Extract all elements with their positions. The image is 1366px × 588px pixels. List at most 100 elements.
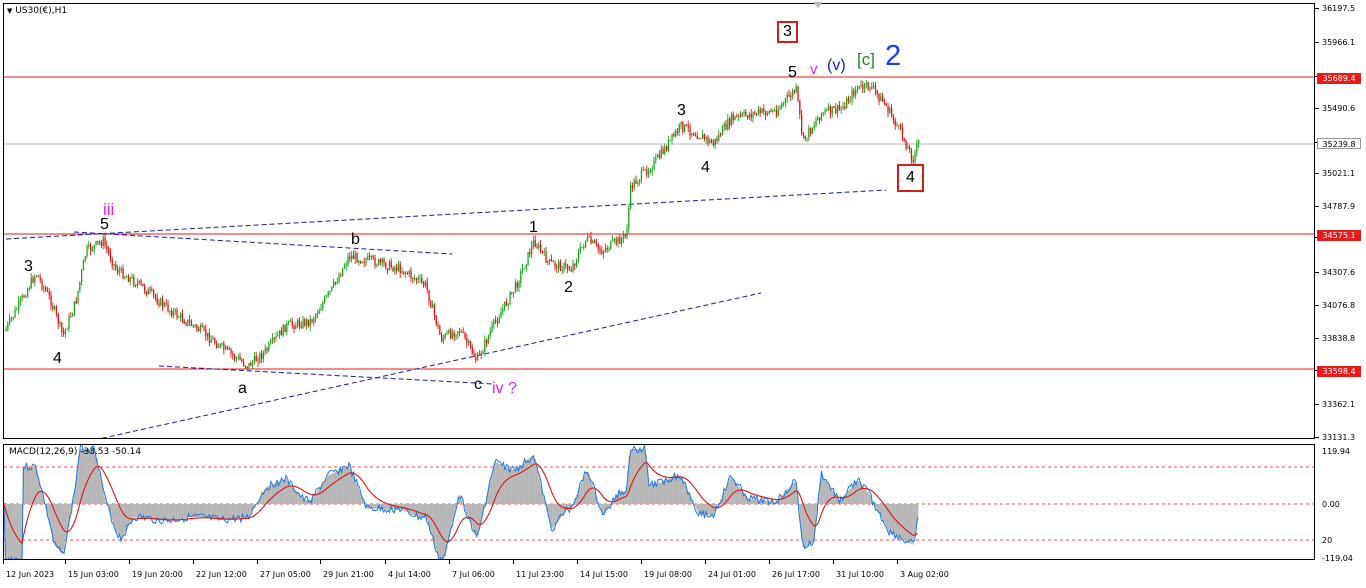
candle-body [421,277,423,283]
candle-body [471,346,473,355]
candle-body [878,94,880,102]
candle-body [693,133,695,136]
candle-body [822,112,824,114]
candle-body [612,239,614,241]
candle-body [869,88,871,90]
candle-body [811,127,814,134]
candle-body [847,98,850,102]
time-axis-tick [193,560,194,564]
time-axis-tick [833,560,834,564]
wave-label: 1 [529,219,538,236]
time-axis-label: 29 Jun 21:00 [323,570,374,579]
candle-body [257,361,259,363]
wave-label: 2 [885,40,902,72]
candle-body [333,281,335,287]
chart-shift-marker[interactable] [813,2,823,8]
candle-body [37,275,40,277]
price-chart-pane[interactable] [3,3,1315,439]
candle-body [792,90,794,97]
candle-body [723,123,725,128]
candle-body [547,260,549,263]
chart-menu-icon[interactable]: ▼ [7,7,12,15]
candle-body [399,264,401,274]
candle-body [482,351,484,355]
candle-body [865,82,868,84]
candle-body [196,325,198,329]
candle-body [505,301,508,306]
candle-body [432,304,434,308]
candle-body [291,321,293,326]
time-axis-tick [513,560,514,564]
price-axis-tick [1315,437,1319,438]
macd-pane[interactable] [3,444,1315,560]
candle-body [646,169,648,176]
candle-body [342,268,344,277]
candle-body [664,146,666,154]
candle-body [75,301,77,304]
candle-body [383,259,385,264]
candle-body [738,114,740,117]
candle-body [588,236,590,238]
candle-body [252,362,254,366]
candle-body [820,113,823,121]
candle-body [253,355,256,363]
candle-body [543,251,545,253]
price-axis-label: 34307.6 [1322,268,1356,277]
candle-body [136,282,139,286]
candle-body [615,239,617,244]
candle-body [874,85,877,91]
candle-body [687,125,689,128]
level-tag-34575: 34575.1 [1317,230,1361,241]
candle-body [102,237,104,247]
candle-body [752,112,754,118]
candle-body [754,112,756,114]
candle-body [424,282,427,286]
candle-body [630,185,632,208]
candle-body [133,277,135,286]
candle-body [851,90,853,101]
price-axis-label: 33362.1 [1322,400,1356,409]
candle-body [914,152,916,163]
candle-body [577,252,580,261]
candle-body [428,289,430,301]
candle-body [439,326,441,335]
price-axis-tick [1315,338,1319,339]
candle-body [216,343,218,348]
candle-body [513,292,515,294]
candle-body [293,325,295,329]
time-axis-tick [449,560,450,564]
candle-body [462,331,464,333]
candle-body [176,310,178,318]
candle-body [486,339,488,344]
candle-body [604,248,607,251]
candle-body [572,263,574,272]
candle-body [894,120,896,126]
candle-body [151,289,153,291]
candle-body [318,310,320,314]
candle-body [264,348,266,353]
candle-body [453,332,455,337]
candle-body [579,246,581,253]
symbol-title[interactable]: ▼ US30(€),H1 [7,6,67,16]
candle-body [788,94,790,97]
candle-body [226,346,229,349]
candle-body [280,330,283,336]
candle-body [135,285,137,287]
candle-body [138,280,140,283]
wave-label: c [474,376,482,393]
candle-body [90,244,92,251]
candle-body [667,140,670,151]
candle-body [237,356,239,358]
candle-body [644,169,646,171]
level-tag-35689: 35689.4 [1317,73,1361,84]
candle-body [525,264,527,269]
candle-body [199,325,202,332]
candle-body [41,279,43,289]
candle-body [437,324,439,327]
candle-body [59,322,61,325]
candle-body [275,335,277,339]
candle-body [268,343,270,351]
candle-body [639,179,641,183]
price-axis-label: 36197.5 [1322,4,1356,13]
candle-body [603,250,605,254]
